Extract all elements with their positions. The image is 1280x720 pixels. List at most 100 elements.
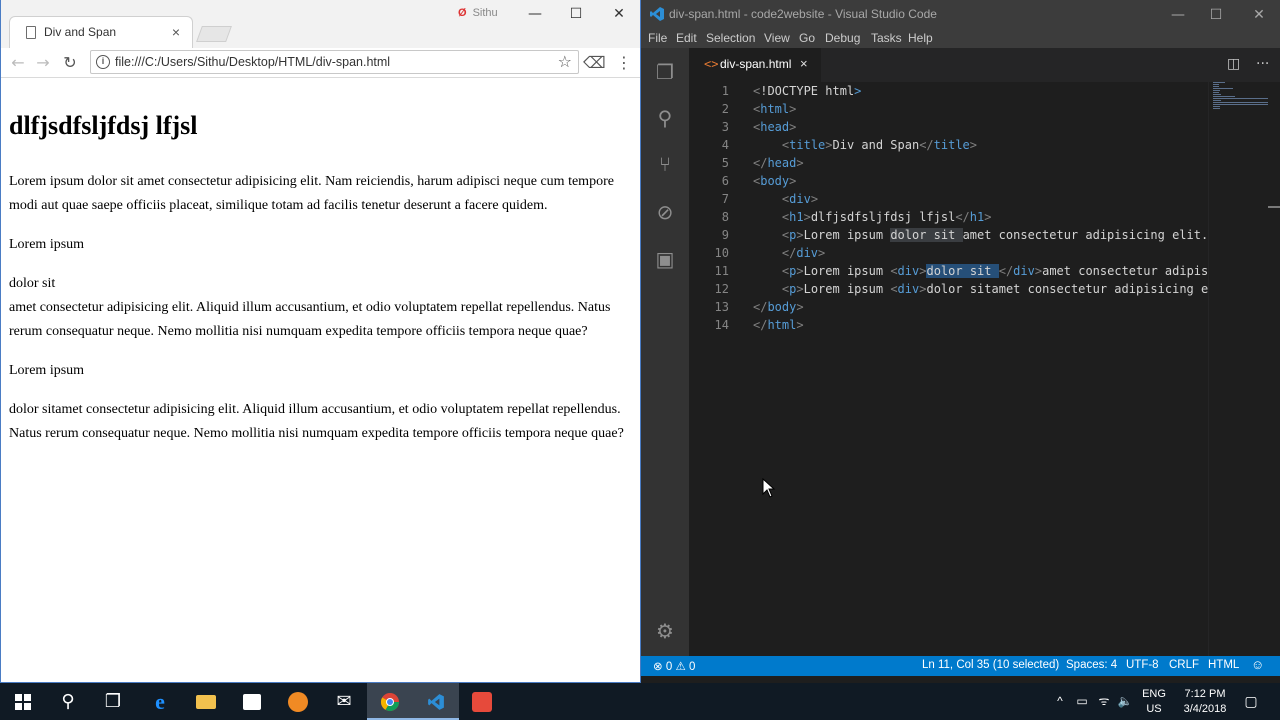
chrome-taskbar-icon[interactable] bbox=[367, 683, 413, 720]
search-icon[interactable]: ⚲ bbox=[653, 106, 677, 130]
problems-indicator[interactable]: ⊗ 0 ⚠ 0 bbox=[653, 659, 695, 673]
bookmark-star-icon[interactable]: ☆ bbox=[558, 52, 572, 71]
eol-setting[interactable]: CRLF bbox=[1169, 659, 1199, 671]
task-view-icon[interactable]: ❐ bbox=[90, 683, 136, 720]
menu-go[interactable]: Go bbox=[799, 31, 815, 45]
code-line[interactable]: 9 <p>Lorem ipsum dolor sit amet consecte… bbox=[689, 226, 1208, 244]
vscode-logo-icon bbox=[650, 7, 664, 21]
vscode-taskbar-icon[interactable] bbox=[413, 683, 459, 720]
indentation-setting[interactable]: Spaces: 4 bbox=[1066, 659, 1117, 671]
line-number: 2 bbox=[721, 102, 729, 116]
editor-tabs: <> div-span.html × ◫ ··· bbox=[689, 48, 1280, 82]
browser-tab-title: Div and Span bbox=[44, 25, 117, 39]
vscode-minimize-button[interactable]: — bbox=[1163, 4, 1193, 26]
menu-tasks[interactable]: Tasks bbox=[871, 31, 902, 45]
url-text: file:///C:/Users/Sithu/Desktop/HTML/div-… bbox=[115, 55, 391, 69]
code-line[interactable]: 1 <!DOCTYPE html> bbox=[689, 82, 1208, 100]
vscode-maximize-button[interactable]: ☐ bbox=[1201, 4, 1231, 26]
code-line[interactable]: 8 <h1>dlfjsdfsljfdsj lfjsl</h1> bbox=[689, 208, 1208, 226]
browser-tab[interactable]: Div and Span × bbox=[9, 16, 193, 48]
clock-date: 3/4/2018 bbox=[1183, 703, 1227, 715]
error-icon: ⊗ bbox=[653, 661, 663, 673]
code-text: <head> bbox=[753, 120, 797, 134]
clock[interactable]: 7:12 PM 3/4/2018 bbox=[1175, 683, 1235, 720]
code-line[interactable]: 14 </html> bbox=[689, 316, 1208, 334]
line-number: 5 bbox=[721, 156, 729, 170]
activity-bar: ❐ ⚲ ⑂ ⊘ ▣ ⚙ bbox=[641, 48, 689, 656]
language-mode[interactable]: HTML bbox=[1208, 659, 1239, 671]
store-icon[interactable] bbox=[229, 683, 275, 720]
browser-menu-button[interactable]: ⋮ bbox=[613, 52, 635, 74]
code-line[interactable]: 7 <div> bbox=[689, 190, 1208, 208]
red-app-icon[interactable] bbox=[459, 683, 505, 720]
editor-scrollbar[interactable] bbox=[1268, 82, 1280, 656]
battery-icon[interactable]: ▭ bbox=[1073, 683, 1091, 720]
code-line[interactable]: 2 <html> bbox=[689, 100, 1208, 118]
code-line[interactable]: 12 <p>Lorem ipsum <div>dolor sitamet con… bbox=[689, 280, 1208, 298]
code-text: </html> bbox=[753, 318, 804, 332]
error-count: 0 bbox=[665, 661, 673, 673]
menu-selection[interactable]: Selection bbox=[706, 31, 755, 45]
code-line[interactable]: 11 <p>Lorem ipsum <div>dolor sit </div>a… bbox=[689, 262, 1208, 280]
cursor-position[interactable]: Ln 11, Col 35 (10 selected) bbox=[922, 659, 1059, 671]
code-line[interactable]: 6 <body> bbox=[689, 172, 1208, 190]
new-tab-button[interactable] bbox=[196, 26, 232, 42]
scroll-thumb[interactable] bbox=[1268, 206, 1280, 208]
volume-icon[interactable]: 🔈 bbox=[1116, 683, 1134, 720]
edge-icon[interactable]: e bbox=[137, 683, 183, 720]
close-window-button[interactable]: ✕ bbox=[604, 3, 634, 25]
code-text: <title>Div and Span</title> bbox=[781, 138, 978, 152]
eraser-extension-icon[interactable]: ⌫ bbox=[583, 52, 606, 74]
windows-logo-icon bbox=[15, 694, 31, 710]
web-page-content: dlfjsdfsljfdsj lfjsl Lorem ipsum dolor s… bbox=[9, 80, 634, 446]
code-line[interactable]: 13 </body> bbox=[689, 298, 1208, 316]
code-line[interactable]: 5 </head> bbox=[689, 154, 1208, 172]
reload-button[interactable]: ↻ bbox=[59, 52, 81, 74]
close-tab-icon[interactable]: × bbox=[168, 23, 184, 41]
mail-icon[interactable]: ✉ bbox=[321, 683, 367, 720]
explorer-icon[interactable]: ❐ bbox=[653, 60, 677, 84]
show-hidden-icons-icon[interactable]: ^ bbox=[1050, 683, 1070, 720]
code-text: <!DOCTYPE html> bbox=[753, 84, 862, 98]
extensions-icon[interactable]: ▣ bbox=[653, 247, 677, 271]
code-editor[interactable]: 1 <!DOCTYPE html> 2 <html> 3 <head> 4 <title>D… bbox=[689, 82, 1208, 656]
menu-edit[interactable]: Edit bbox=[676, 31, 697, 45]
menu-debug[interactable]: Debug bbox=[825, 31, 860, 45]
start-button[interactable] bbox=[0, 683, 46, 720]
taskbar-search-icon[interactable]: ⚲ bbox=[45, 683, 91, 720]
line-number: 8 bbox=[721, 210, 729, 224]
menu-file[interactable]: File bbox=[648, 31, 667, 45]
file-explorer-icon[interactable] bbox=[183, 683, 229, 720]
input-language[interactable]: ENG US bbox=[1138, 683, 1170, 720]
profile-button[interactable]: Ø Sithu bbox=[458, 7, 498, 19]
info-icon[interactable]: i bbox=[96, 55, 110, 69]
code-text: <p>Lorem ipsum <div>dolor sitamet consec… bbox=[781, 282, 1208, 296]
close-editor-icon[interactable]: × bbox=[800, 56, 808, 71]
settings-gear-icon[interactable]: ⚙ bbox=[653, 619, 677, 643]
split-editor-icon[interactable]: ◫ bbox=[1227, 56, 1240, 72]
menu-help[interactable]: Help bbox=[908, 31, 933, 45]
paragraph-2: Lorem ipsum bbox=[9, 237, 85, 252]
minimap[interactable] bbox=[1208, 82, 1269, 656]
action-center-icon[interactable]: ▢ bbox=[1240, 683, 1262, 720]
vscode-close-button[interactable]: ✕ bbox=[1244, 4, 1274, 26]
line-number: 7 bbox=[721, 192, 729, 206]
code-line[interactable]: 4 <title>Div and Span</title> bbox=[689, 136, 1208, 154]
maximize-button[interactable]: ☐ bbox=[561, 3, 591, 25]
encoding-setting[interactable]: UTF-8 bbox=[1126, 659, 1159, 671]
code-line[interactable]: 3 <head> bbox=[689, 118, 1208, 136]
more-actions-icon[interactable]: ··· bbox=[1256, 56, 1269, 72]
debug-icon[interactable]: ⊘ bbox=[653, 200, 677, 224]
address-bar[interactable]: i file:///C:/Users/Sithu/Desktop/HTML/di… bbox=[90, 50, 579, 74]
screen: Div and Span × Ø Sithu — ☐ ✕ ← → ↻ i file… bbox=[0, 0, 1280, 720]
editor-tab-div-span[interactable]: <> div-span.html × bbox=[689, 48, 821, 82]
back-button[interactable]: ← bbox=[7, 52, 29, 74]
forward-button[interactable]: → bbox=[32, 52, 54, 74]
minimize-button[interactable]: — bbox=[520, 3, 550, 25]
network-icon[interactable]: ᯤ bbox=[1095, 683, 1113, 720]
menu-view[interactable]: View bbox=[764, 31, 790, 45]
feedback-smiley-icon[interactable]: ☺ bbox=[1251, 657, 1264, 672]
orange-app-icon[interactable] bbox=[275, 683, 321, 720]
source-control-icon[interactable]: ⑂ bbox=[653, 152, 677, 176]
code-line[interactable]: 10 </div> bbox=[689, 244, 1208, 262]
